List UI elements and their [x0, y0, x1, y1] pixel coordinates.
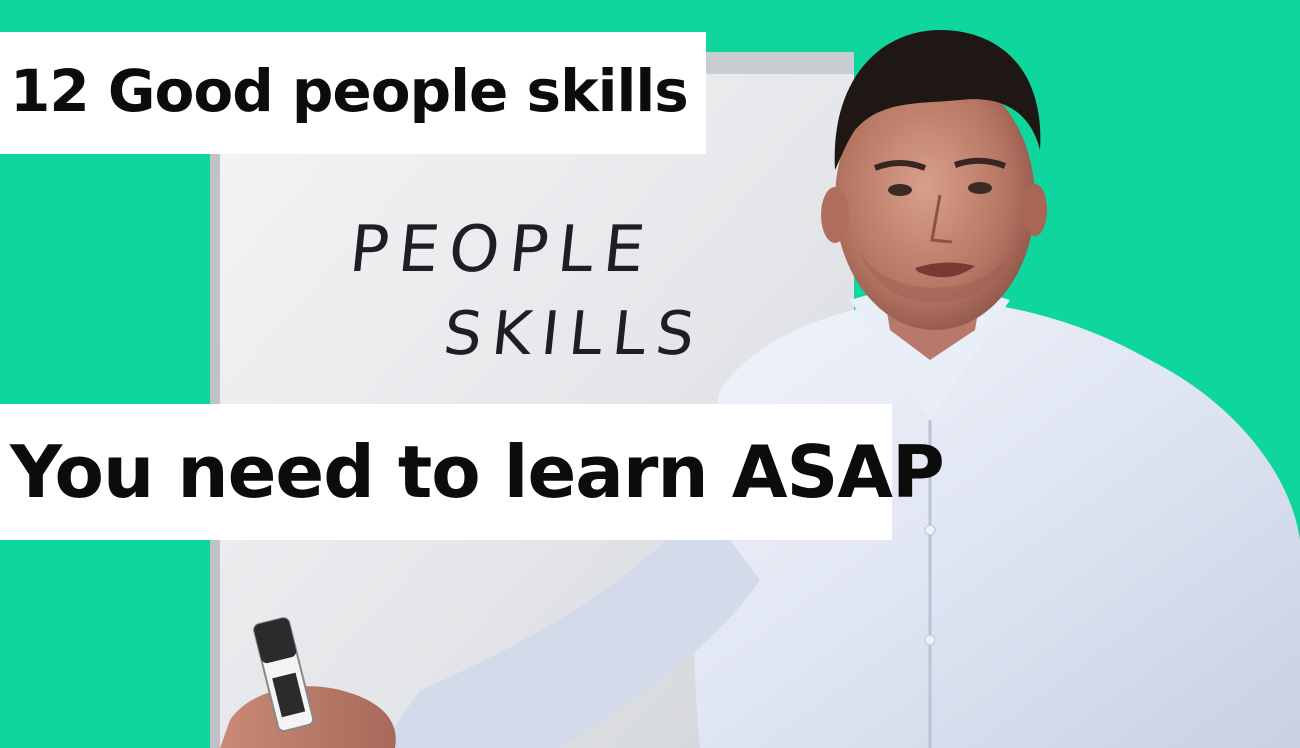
shirt-button	[924, 634, 936, 646]
person-eye	[968, 182, 992, 194]
bottom-caption-text: You need to learn ASAP	[10, 430, 945, 514]
bottom-caption-box: You need to learn ASAP	[0, 404, 945, 540]
person-ear	[1023, 184, 1047, 236]
top-caption-box: 12 Good people skills	[0, 32, 706, 154]
person-eye	[888, 184, 912, 196]
thumbnail-scene: PEOPLE SKILLS 12 Good people skills You …	[0, 0, 1300, 748]
person-ear	[821, 187, 849, 243]
top-caption-text: 12 Good people skills	[10, 57, 689, 125]
shirt-button	[924, 524, 936, 536]
flipchart-text-line-2: SKILLS	[440, 299, 708, 369]
flipchart-text-line-1: PEOPLE	[346, 213, 658, 287]
